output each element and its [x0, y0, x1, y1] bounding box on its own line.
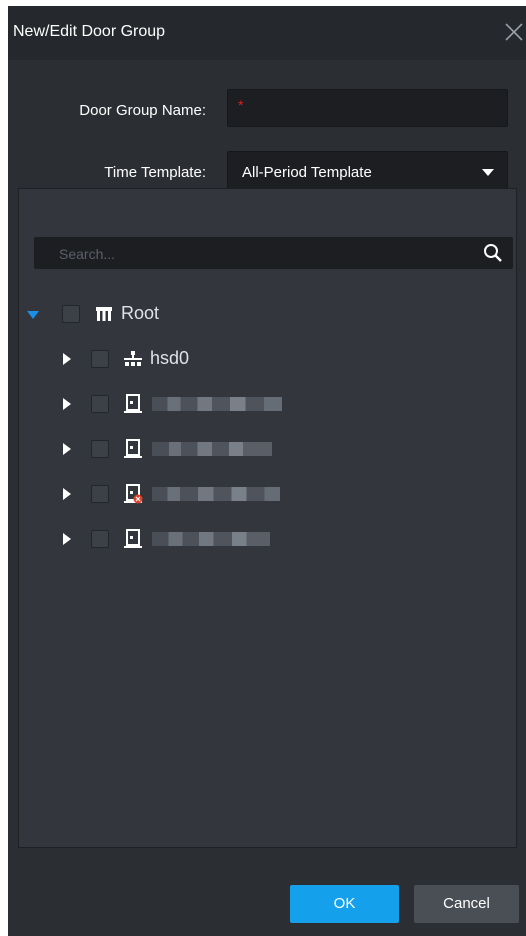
door-tree-panel: Search... Root hsd0 — [18, 188, 517, 848]
expand-arrow-icon[interactable] — [63, 488, 71, 500]
expand-arrow-icon[interactable] — [27, 311, 39, 319]
time-template-select[interactable]: All-Period Template — [227, 151, 508, 191]
tree-node-root[interactable]: Root — [19, 302, 499, 326]
checkbox[interactable] — [91, 350, 109, 368]
expand-arrow-icon[interactable] — [63, 353, 71, 365]
tree-node-label: Root — [121, 303, 160, 323]
tree-node-door-device[interactable] — [19, 482, 499, 506]
cancel-button[interactable]: Cancel — [414, 885, 519, 923]
network-icon — [124, 351, 142, 366]
organization-icon — [96, 307, 112, 321]
checkbox[interactable] — [91, 440, 109, 458]
tree-node-label: hsd0 — [150, 348, 190, 368]
time-template-label: Time Template: — [104, 164, 206, 181]
blurred-device-name — [152, 397, 282, 411]
door-device-icon — [124, 439, 142, 458]
required-mark: * — [238, 97, 244, 113]
expand-arrow-icon[interactable] — [63, 443, 71, 455]
door-device-offline-icon — [124, 484, 143, 504]
checkbox[interactable] — [62, 305, 80, 323]
expand-arrow-icon[interactable] — [63, 398, 71, 410]
search-icon[interactable] — [483, 243, 503, 263]
tree-node-door-device[interactable] — [19, 437, 499, 461]
close-icon[interactable] — [502, 20, 526, 44]
blurred-device-name — [152, 487, 280, 501]
dialog-titlebar: New/Edit Door Group — [8, 6, 526, 60]
search-placeholder: Search... — [59, 246, 116, 262]
search-input[interactable]: Search... — [34, 237, 513, 269]
door-group-name-input[interactable]: * — [227, 89, 508, 127]
checkbox[interactable] — [91, 485, 109, 503]
blurred-device-name — [152, 442, 272, 456]
tree-node-hsd0[interactable]: hsd0 — [19, 347, 499, 371]
door-group-dialog: New/Edit Door Group Door Group Name: * T… — [8, 6, 526, 936]
tree-node-door-device[interactable] — [19, 392, 499, 416]
dialog-title: New/Edit Door Group — [13, 23, 166, 40]
chevron-down-icon — [482, 169, 494, 176]
door-device-icon — [124, 529, 142, 548]
checkbox[interactable] — [91, 530, 109, 548]
checkbox[interactable] — [91, 395, 109, 413]
door-group-name-label: Door Group Name: — [79, 102, 206, 119]
door-device-icon — [124, 394, 142, 413]
time-template-value: All-Period Template — [242, 164, 372, 181]
expand-arrow-icon[interactable] — [63, 533, 71, 545]
tree-node-door-device[interactable] — [19, 527, 499, 551]
ok-button[interactable]: OK — [290, 885, 399, 923]
blurred-device-name — [152, 532, 270, 546]
